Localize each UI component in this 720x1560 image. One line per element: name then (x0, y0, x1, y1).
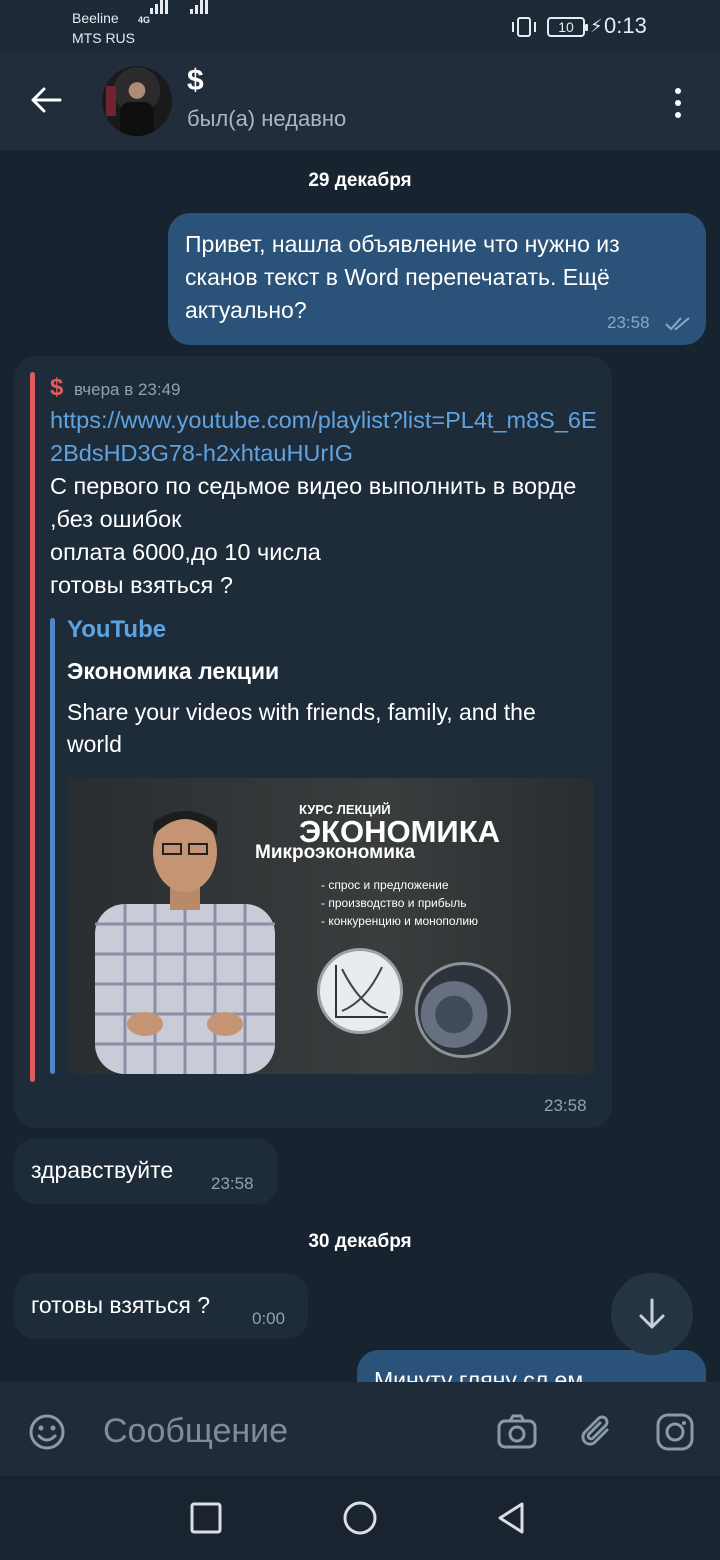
lecturer-image (95, 811, 275, 1074)
chat-header: $ был(а) недавно (0, 54, 720, 150)
message-composer: Сообщение (0, 1382, 720, 1476)
thumbnail-topic: Микроэкономика (255, 842, 415, 863)
forward-line-3: готовы взяться ? (50, 572, 233, 598)
arrow-down-icon (639, 1298, 665, 1329)
arrow-left-icon[interactable] (26, 80, 66, 120)
charging-icon: ⚡ (590, 16, 603, 36)
status-bar: Beeline MTS RUS 4G 10 ⚡ 0:13 (0, 0, 720, 54)
incoming-message[interactable]: готовы взяться ? 0:00 (14, 1273, 308, 1339)
system-nav-bar (0, 1476, 720, 1560)
last-seen-status: был(а) недавно (187, 106, 347, 131)
playlist-link[interactable]: https://www.youtube.com/playlist?list=PL… (50, 404, 600, 470)
recents-icon[interactable] (188, 1500, 224, 1536)
preview-title: Экономика лекции (67, 658, 280, 684)
smile-icon[interactable] (27, 1412, 67, 1452)
link-preview-bar (50, 618, 55, 1074)
date-separator: 29 декабря (308, 170, 412, 191)
back-nav-icon[interactable] (494, 1500, 530, 1536)
message-input[interactable]: Сообщение (103, 1412, 288, 1451)
forwarded-message[interactable]: $ вчера в 23:49 https://www.youtube.com/… (14, 356, 612, 1128)
network-type: 4G (138, 15, 151, 25)
date-separator: 30 декабря (308, 1231, 412, 1252)
status-time: 0:13 (604, 13, 647, 38)
message-time: 23:58 (607, 313, 650, 332)
thumbnail-list: - спрос и предложение - производство и п… (321, 876, 478, 930)
forward-line-1: С первого по седьмое видео выполнить в в… (50, 473, 577, 532)
message-text: здравствуйте (31, 1157, 174, 1183)
forward-sender[interactable]: $ (50, 374, 63, 402)
more-vertical-icon[interactable] (668, 86, 688, 120)
photo-circle (415, 962, 511, 1058)
camera-icon[interactable] (496, 1412, 538, 1452)
message-text: Минуту гляну сл.ем (374, 1367, 584, 1382)
preview-site-name: YouTube (67, 616, 167, 643)
message-time: 23:58 (211, 1174, 254, 1193)
vibrate-icon (512, 17, 536, 37)
forward-body: https://www.youtube.com/playlist?list=PL… (50, 404, 600, 602)
chat-title[interactable]: $ (187, 64, 204, 98)
carrier-labels: Beeline MTS RUS (72, 8, 135, 48)
forward-accent-bar (30, 372, 35, 1082)
double-check-icon (665, 317, 690, 331)
message-time: 23:58 (544, 1096, 587, 1115)
thumbnail-item: - конкуренцию и монополию (321, 914, 479, 928)
preview-description: Share your videos with friends, family, … (67, 699, 536, 757)
outgoing-message[interactable]: Привет, нашла объявление что нужно из ск… (168, 213, 706, 345)
supply-demand-graph (317, 948, 403, 1034)
incoming-message[interactable]: здравствуйте 23:58 (14, 1138, 278, 1204)
battery-indicator: 10 (547, 17, 588, 37)
carrier-1: Beeline (72, 10, 119, 26)
thumbnail-item: - спрос и предложение (321, 878, 449, 892)
carrier-2: MTS RUS (72, 30, 135, 46)
scroll-down-button[interactable] (611, 1273, 693, 1355)
forward-line-2: оплата 6000,до 10 числа (50, 539, 321, 565)
thumbnail-item: - производство и прибыль (321, 896, 467, 910)
message-text: готовы взяться ? (31, 1292, 210, 1318)
preview-thumbnail[interactable]: КУРС ЛЕКЦИЙ ЭКОНОМИКА Микроэкономика - с… (67, 778, 594, 1074)
paperclip-icon[interactable] (577, 1412, 617, 1452)
message-time: 0:00 (252, 1309, 286, 1328)
instagram-icon[interactable] (655, 1412, 695, 1452)
home-icon[interactable] (342, 1500, 378, 1536)
forward-date: вчера в 23:49 (74, 380, 181, 399)
avatar[interactable] (102, 66, 172, 136)
